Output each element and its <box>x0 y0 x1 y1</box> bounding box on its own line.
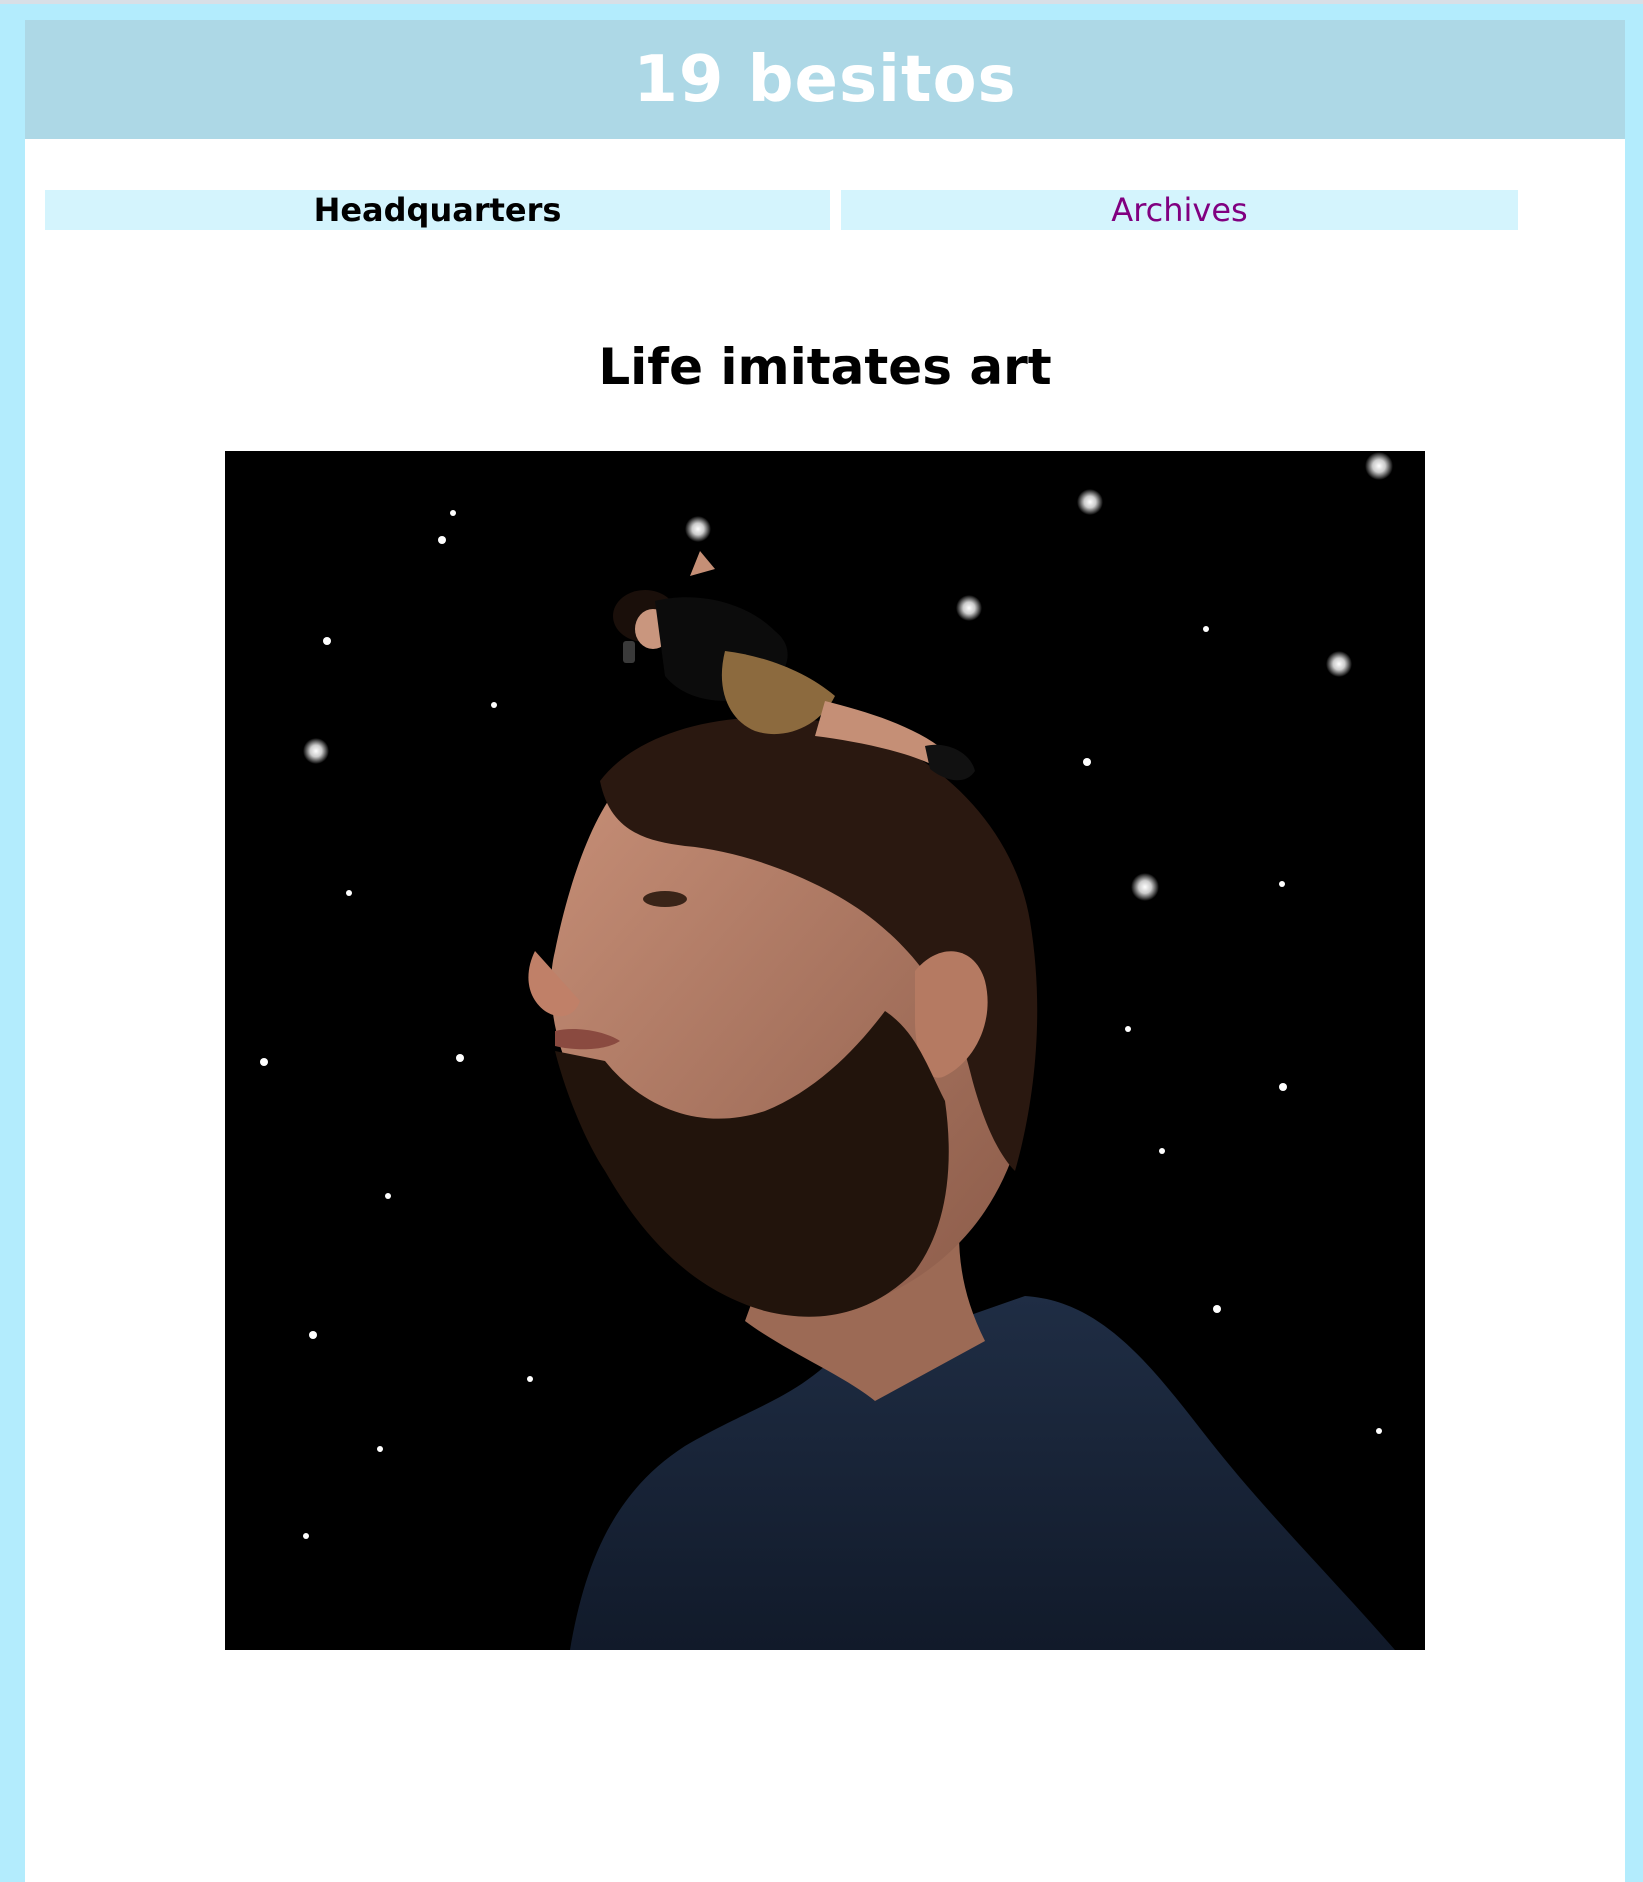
browser-top-strip <box>0 0 1643 4</box>
main-nav: Headquarters Archives <box>45 190 1545 230</box>
post-image-illustration <box>225 451 1425 1650</box>
post-image <box>225 451 1425 1650</box>
nav-item-headquarters[interactable]: Headquarters <box>45 190 830 230</box>
site-title: 19 besitos <box>633 42 1017 117</box>
post-title: Life imitates art <box>598 338 1052 396</box>
site-header: 19 besitos <box>25 20 1625 139</box>
page-container: 19 besitos Headquarters Archives Life im… <box>25 20 1625 1882</box>
nav-item-archives[interactable]: Archives <box>841 190 1518 230</box>
